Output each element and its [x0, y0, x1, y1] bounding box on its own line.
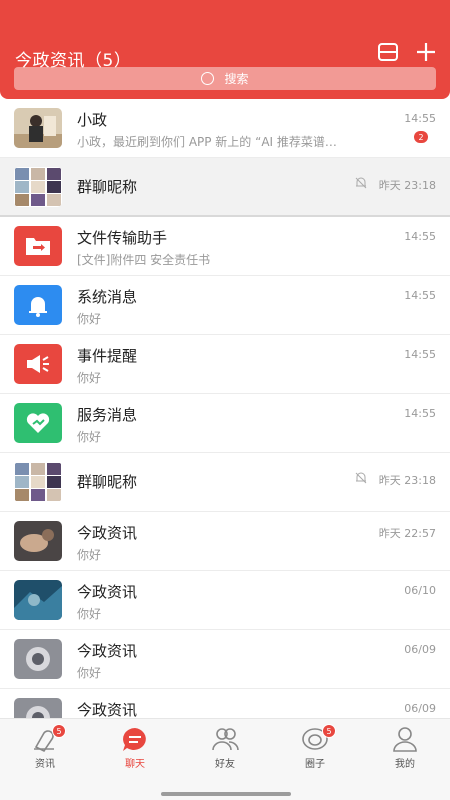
chat-name: 小政	[77, 111, 108, 129]
chat-time: 06/10	[404, 584, 436, 597]
plus-icon[interactable]	[414, 40, 438, 64]
search-icon	[201, 72, 215, 85]
heart-icon	[14, 403, 62, 443]
chat-row[interactable]: 文件传输助手 [文件]附件四 安全责任书 14:55	[0, 217, 450, 276]
chat-time: 昨天 22:57	[378, 527, 436, 540]
chat-time: 14:55	[404, 112, 436, 125]
tab-badge: 5	[52, 724, 66, 738]
chat-name: 群聊昵称	[77, 178, 138, 196]
chat-preview: [文件]附件四 安全责任书	[77, 253, 211, 267]
group-avatar	[14, 462, 62, 502]
chat-row[interactable]: 今政资讯 你好 昨天 22:57	[0, 512, 450, 571]
home-indicator	[161, 792, 291, 796]
chat-preview: 你好	[77, 430, 102, 444]
chat-row[interactable]: 系统消息 你好 14:55	[0, 276, 450, 335]
chat-name: 今政资讯	[77, 524, 138, 542]
chat-preview: 你好	[77, 666, 102, 680]
chat-preview: 你好	[77, 548, 102, 562]
avatar	[14, 639, 62, 679]
tab-label: 我的	[395, 759, 415, 770]
chat-time: 06/09	[404, 643, 436, 656]
chat-row[interactable]: 今政资讯 你好 06/10	[0, 571, 450, 630]
chat-time: 14:55	[404, 407, 436, 420]
friends-icon	[212, 728, 239, 751]
tab-badge: 5	[322, 724, 336, 738]
tab-label: 好友	[215, 759, 235, 770]
stack-icon[interactable]	[376, 40, 400, 64]
avatar	[14, 580, 62, 620]
profile-icon	[393, 727, 417, 752]
chat-time: 14:55	[404, 289, 436, 302]
chat-row[interactable]: 服务消息 你好 14:55	[0, 394, 450, 453]
avatar	[14, 108, 62, 148]
bottom-tab-bar: 5 资讯 聊天 好友 5 圈子 我的	[0, 718, 450, 800]
avatar	[14, 521, 62, 561]
search-bar[interactable]: 搜索	[14, 67, 436, 90]
folder-icon	[14, 226, 62, 266]
group-avatar	[14, 167, 62, 207]
chat-preview: 你好	[77, 312, 102, 326]
chat-name: 群聊昵称	[77, 473, 138, 491]
chat-name: 今政资讯	[77, 583, 138, 601]
chat-name: 事件提醒	[77, 347, 138, 365]
chat-name: 今政资讯	[77, 642, 138, 660]
unread-badge: 2	[414, 131, 428, 143]
tab-label: 资讯	[35, 759, 55, 770]
chat-name: 文件传输助手	[77, 229, 168, 247]
chat-row[interactable]: 群聊昵称 昨天 23:18	[0, 158, 450, 217]
header-bar: 今政资讯（5） 搜索	[0, 0, 450, 99]
tab-chat[interactable]: 聊天	[90, 719, 180, 775]
chat-row[interactable]: 事件提醒 你好 14:55	[0, 335, 450, 394]
tab-label: 聊天	[125, 759, 145, 770]
tab-label: 圈子	[305, 759, 325, 770]
search-placeholder: 搜索	[224, 72, 249, 86]
mute-bell-icon	[355, 177, 367, 189]
tab-profile[interactable]: 我的	[360, 719, 450, 775]
chat-row[interactable]: 今政资讯 你好 06/09	[0, 630, 450, 689]
chat-row[interactable]: 小政 小政，最近刷到你们 APP 新上的 “AI 推荐菜谱… 14:55 2	[0, 99, 450, 158]
megaphone-icon	[14, 344, 62, 384]
chat-list: 小政 小政，最近刷到你们 APP 新上的 “AI 推荐菜谱… 14:55 2 群…	[0, 99, 450, 748]
tab-friends[interactable]: 好友	[180, 719, 270, 775]
chat-name: 服务消息	[77, 406, 138, 424]
chat-time: 06/09	[404, 702, 436, 715]
tab-news[interactable]: 5 资讯	[0, 719, 90, 775]
chat-icon	[123, 728, 146, 751]
chat-name: 系统消息	[77, 288, 138, 306]
chat-time: 昨天 23:18	[378, 474, 436, 487]
chat-row[interactable]: 群聊昵称 昨天 23:18	[0, 453, 450, 512]
chat-screen: 今政资讯（5） 搜索 小政 小政，最近刷到你们 APP 新上的 “AI 推荐菜谱…	[0, 0, 450, 800]
chat-time: 昨天 23:18	[378, 179, 436, 192]
tab-circle[interactable]: 5 圈子	[270, 719, 360, 775]
chat-time: 14:55	[404, 230, 436, 243]
chat-preview: 你好	[77, 607, 102, 621]
chat-name: 今政资讯	[77, 701, 138, 719]
bell-icon	[14, 285, 62, 325]
mute-bell-icon	[355, 472, 367, 484]
chat-preview: 你好	[77, 371, 102, 385]
chat-time: 14:55	[404, 348, 436, 361]
chat-preview: 小政，最近刷到你们 APP 新上的 “AI 推荐菜谱…	[77, 135, 337, 149]
